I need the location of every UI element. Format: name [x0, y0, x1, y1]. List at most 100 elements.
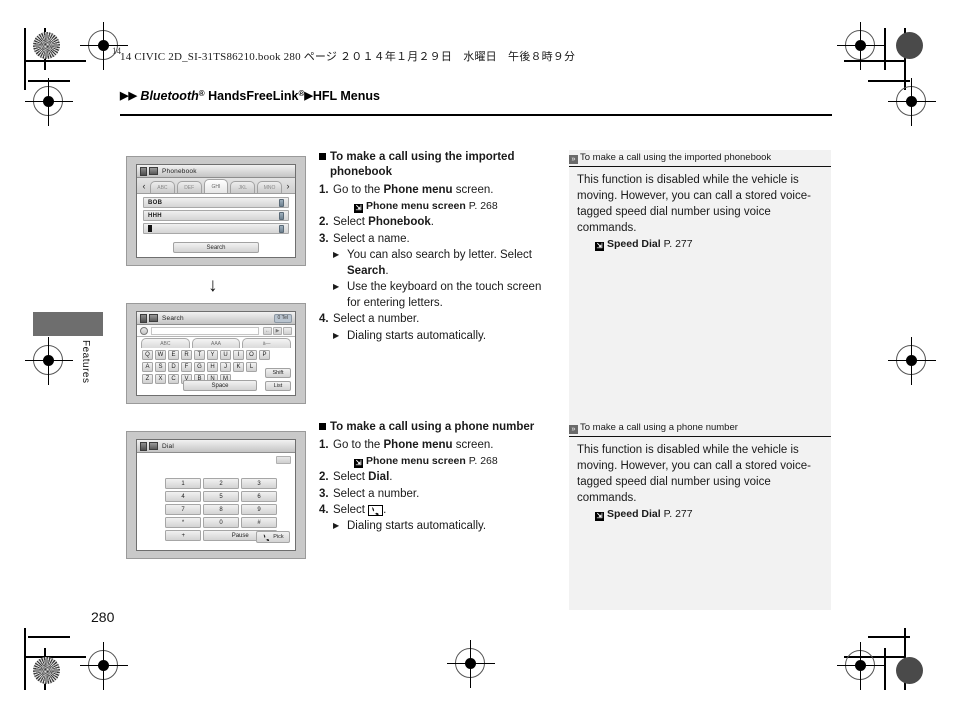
backspace-key[interactable]: ←: [263, 326, 272, 335]
phonebook-tab-selected[interactable]: GHI: [203, 179, 229, 193]
registration-mark: [447, 640, 495, 688]
phonebook-tab[interactable]: ABC: [150, 181, 175, 193]
dial-key[interactable]: 6: [241, 491, 277, 502]
step-text: Select: [333, 503, 369, 516]
keyboard: QWERTYUIOP ASDFGHJKL ZXCVBNM: [137, 348, 295, 384]
note-body-text: This function is disabled while the vehi…: [577, 444, 811, 505]
keyboard-mode-tabs: ABC AAA à—: [137, 337, 295, 348]
cross-reference[interactable]: ⇲ Speed Dial P. 277: [577, 507, 823, 522]
list-item[interactable]: BOB: [143, 197, 289, 208]
clear-key[interactable]: [283, 326, 292, 335]
keyboard-mode-tab[interactable]: AAA: [191, 338, 241, 348]
dial-key[interactable]: 7: [165, 504, 201, 515]
bullet: Dialing starts automatically.: [333, 328, 555, 344]
step: Select Phonebook.: [319, 214, 555, 231]
keyboard-key[interactable]: J: [220, 362, 231, 372]
keyboard-key[interactable]: W: [155, 350, 166, 360]
dial-key[interactable]: 4: [165, 491, 201, 502]
keyboard-key[interactable]: K: [233, 362, 244, 372]
keyboard-mode-tab[interactable]: ABC: [141, 338, 190, 348]
keyboard-key[interactable]: R: [181, 350, 192, 360]
solid-dot-target: [896, 32, 923, 59]
dial-key[interactable]: 3: [241, 478, 277, 489]
search-input[interactable]: [151, 326, 259, 335]
step-bullets: Dialing starts automatically.: [333, 518, 555, 534]
language-icon[interactable]: [140, 326, 148, 335]
step-bold: Phone menu: [383, 439, 453, 452]
next-tab-arrow-icon[interactable]: ›: [283, 179, 293, 193]
search-input-row: ← ▶: [137, 325, 295, 337]
phone-status-icon: [140, 313, 147, 323]
search-button[interactable]: Search: [173, 242, 259, 253]
note-panel-phone-number: » To make a call using a phone number Thi…: [569, 400, 831, 610]
step-text: Select a number.: [333, 487, 420, 500]
xref-label: Speed Dial: [607, 238, 661, 251]
keyboard-key[interactable]: O: [246, 350, 257, 360]
cross-reference[interactable]: ⇲ Speed Dial P. 277: [577, 237, 823, 252]
dial-key[interactable]: 1: [165, 478, 201, 489]
keyboard-key[interactable]: T: [194, 350, 205, 360]
flow-arrow-icon: ↓: [208, 275, 218, 296]
keyboard-key[interactable]: D: [168, 362, 179, 372]
keyboard-key[interactable]: C: [168, 374, 179, 384]
cross-reference[interactable]: ⇲ Phone menu screen P. 268: [333, 454, 555, 470]
keyboard-key[interactable]: E: [168, 350, 179, 360]
dial-key[interactable]: *: [165, 517, 201, 528]
cross-reference[interactable]: ⇲ Phone menu screen P. 268: [333, 199, 555, 215]
bullet-text: Dialing starts automatically.: [347, 520, 487, 533]
crop-line: [884, 648, 886, 690]
plus-key[interactable]: +: [165, 530, 202, 541]
dial-key[interactable]: 2: [203, 478, 239, 489]
xref-page: P. 268: [468, 199, 498, 212]
phonebook-tab[interactable]: DEF: [176, 181, 202, 193]
keyboard-key[interactable]: U: [220, 350, 231, 360]
keyboard-key[interactable]: S: [155, 362, 166, 372]
solid-dot-target: [896, 657, 923, 684]
dial-key[interactable]: 5: [203, 491, 239, 502]
list-item[interactable]: HHH: [143, 210, 289, 221]
keyboard-key[interactable]: A: [142, 362, 153, 372]
breadcrumb: ▶▶ Bluetooth® HandsFreeLink®▶HFL Menus: [120, 89, 380, 103]
keyboard-key[interactable]: Z: [142, 374, 153, 384]
dial-status-badge: [276, 456, 291, 464]
keyboard-key[interactable]: H: [207, 362, 218, 372]
keyboard-mode-tab[interactable]: à—: [242, 338, 292, 348]
contact-name: HHH: [148, 212, 162, 219]
space-key[interactable]: Space: [183, 380, 257, 391]
halftone-target: [33, 32, 60, 59]
prev-tab-arrow-icon[interactable]: ‹: [139, 179, 149, 193]
keyboard-key[interactable]: G: [194, 362, 205, 372]
list-item[interactable]: [143, 223, 289, 234]
crop-line: [844, 60, 906, 62]
call-button[interactable]: Pick: [256, 531, 290, 543]
keyboard-key[interactable]: X: [155, 374, 166, 384]
shift-key[interactable]: Shift: [265, 368, 291, 378]
list-key[interactable]: List: [265, 381, 291, 391]
dial-key[interactable]: 8: [203, 504, 239, 515]
xref-page: P. 268: [468, 454, 498, 467]
contact-name: BOB: [148, 199, 163, 206]
phonebook-tab[interactable]: MNO: [257, 181, 282, 193]
keyboard-key[interactable]: P: [259, 350, 270, 360]
phonebook-tab-strip: ‹ ABC DEF GHI JKL MNO ›: [137, 178, 295, 194]
instruction-heading-text: To make a call using the imported phoneb…: [330, 151, 515, 179]
keyboard-key[interactable]: Q: [142, 350, 153, 360]
keyboard-key[interactable]: Y: [207, 350, 218, 360]
keyboard-key[interactable]: I: [233, 350, 244, 360]
search-screen: Search 0 Tel ← ▶ ABC AAA à— QWERTYUIOP A…: [136, 311, 296, 396]
forward-key[interactable]: ▶: [273, 326, 282, 335]
dial-key[interactable]: 9: [241, 504, 277, 515]
keyboard-key[interactable]: L: [246, 362, 257, 372]
note-header: » To make a call using a phone number: [569, 420, 831, 437]
dial-key[interactable]: #: [241, 517, 277, 528]
keyboard-key[interactable]: F: [181, 362, 192, 372]
note-body: This function is disabled while the vehi…: [569, 437, 831, 530]
dial-key[interactable]: 0: [203, 517, 239, 528]
thumb-tab-label: Features: [80, 340, 91, 384]
note-chevron-icon: »: [569, 155, 578, 164]
status-badge: 0 Tel: [273, 313, 292, 323]
dial-title: Dial: [162, 442, 174, 450]
phonebook-tab[interactable]: JKL: [230, 181, 256, 193]
dial-row: * 0 #: [165, 517, 277, 528]
step-text: Select a number.: [333, 313, 420, 326]
